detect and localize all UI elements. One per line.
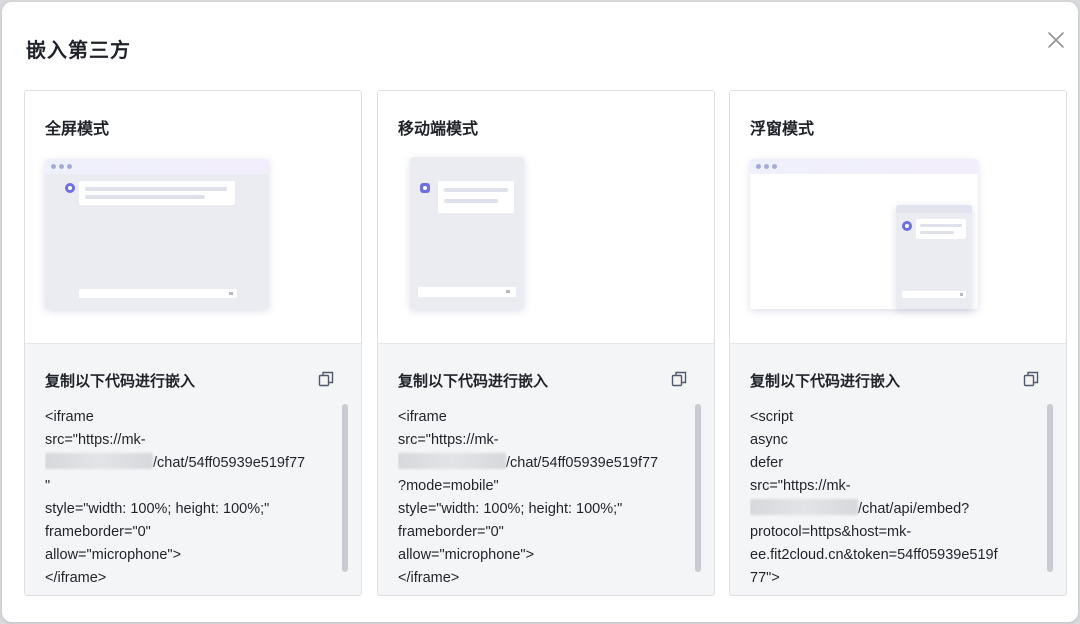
code-scrollbar[interactable] <box>1047 404 1053 572</box>
code-line: src="https://mk- <box>750 478 851 494</box>
code-line: protocol=https&host=mk- <box>750 524 912 540</box>
copy-icon[interactable] <box>317 370 335 388</box>
code-line: async <box>750 432 788 448</box>
code-line: " <box>45 478 51 494</box>
floating-illustration <box>750 159 980 311</box>
code-line: ?mode=mobile" <box>398 478 499 494</box>
code-line: <script <box>750 409 794 425</box>
code-panel: 复制以下代码进行嵌入 <iframe src="https://mk- /cha… <box>25 343 361 595</box>
embed-code[interactable]: <iframe src="https://mk- /chat/54ff05939… <box>45 406 341 588</box>
code-line: frameborder="0" <box>45 524 151 540</box>
code-panel: 复制以下代码进行嵌入 <iframe src="https://mk- /cha… <box>378 343 714 595</box>
code-line: src="https://mk- <box>45 432 146 448</box>
embed-code[interactable]: <iframe src="https://mk- /chat/54ff05939… <box>398 406 694 588</box>
dialog-title: 嵌入第三方 <box>26 38 131 62</box>
copy-icon[interactable] <box>670 370 688 388</box>
code-line: style="width: 100%; height: 100%;" <box>398 501 623 517</box>
redacted-host <box>398 453 506 469</box>
code-line: </iframe> <box>398 570 460 586</box>
card-floating-mode: 浮窗模式 复制以下代码进行嵌入 <script async defer src=… <box>729 90 1067 596</box>
mobile-illustration <box>410 157 526 311</box>
card-mobile-mode: 移动端模式 复制以下代码进行嵌入 <iframe src="https://mk… <box>377 90 715 596</box>
code-line: defer <box>750 455 784 471</box>
close-icon[interactable] <box>1044 28 1068 52</box>
code-line: /chat/54ff05939e519f77 <box>398 452 694 475</box>
copy-label: 复制以下代码进行嵌入 <box>398 372 549 390</box>
embed-mode-cards: 全屏模式 复制以下代码进行嵌入 <iframe src="https://mk-… <box>24 90 1068 596</box>
code-scrollbar[interactable] <box>342 404 348 572</box>
card-title: 移动端模式 <box>398 119 479 138</box>
code-line: src="https://mk- <box>398 432 499 448</box>
card-preview: 移动端模式 <box>378 91 714 343</box>
embed-dialog: 嵌入第三方 全屏模式 复制以下代码进行嵌入 <iframe src="https… <box>2 2 1078 622</box>
code-line: /chat/api/embed? <box>750 498 1046 521</box>
code-line: <iframe <box>398 409 447 425</box>
code-line: /chat/54ff05939e519f77 <box>45 452 341 475</box>
code-line: style="width: 100%; height: 100%;" <box>45 501 270 517</box>
code-line: ee.fit2cloud.cn&token=54ff05939e519f <box>750 547 998 563</box>
card-fullscreen-mode: 全屏模式 复制以下代码进行嵌入 <iframe src="https://mk-… <box>24 90 362 596</box>
code-line: allow="microphone"> <box>45 547 182 563</box>
code-line: 77"> <box>750 570 780 586</box>
embed-code[interactable]: <script async defer src="https://mk- /ch… <box>750 406 1046 588</box>
code-scrollbar[interactable] <box>695 404 701 572</box>
card-title: 全屏模式 <box>45 119 110 138</box>
fullscreen-illustration <box>45 159 271 311</box>
card-preview: 浮窗模式 <box>730 91 1066 343</box>
code-line: allow="microphone"> <box>398 547 535 563</box>
code-line: <iframe <box>45 409 94 425</box>
card-preview: 全屏模式 <box>25 91 361 343</box>
card-title: 浮窗模式 <box>750 119 815 138</box>
code-line: </iframe> <box>45 570 107 586</box>
copy-label: 复制以下代码进行嵌入 <box>45 372 196 390</box>
redacted-host <box>45 453 153 469</box>
copy-label: 复制以下代码进行嵌入 <box>750 372 901 390</box>
code-panel: 复制以下代码进行嵌入 <script async defer src="http… <box>730 343 1066 595</box>
copy-icon[interactable] <box>1022 370 1040 388</box>
redacted-host <box>750 499 858 515</box>
code-line: frameborder="0" <box>398 524 504 540</box>
